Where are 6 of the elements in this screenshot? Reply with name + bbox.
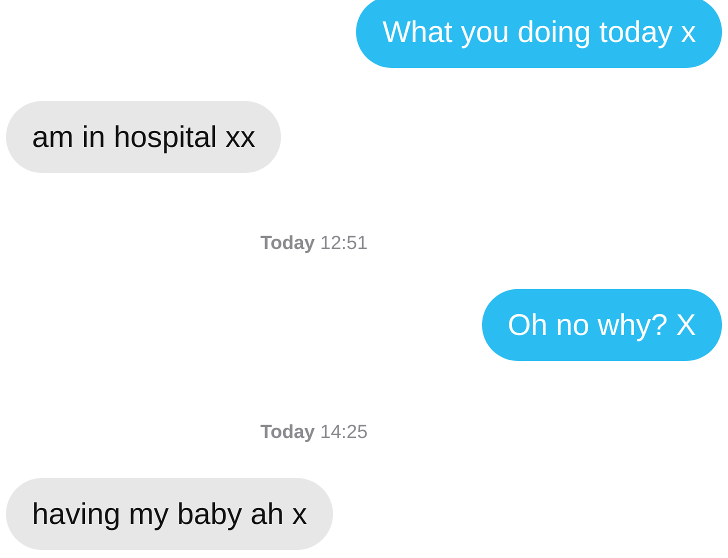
received-message-bubble: having my baby ah x [6, 478, 334, 550]
timestamp: Today 12:51 [260, 232, 368, 256]
received-message-bubble: am in hospital xx [6, 101, 282, 173]
sent-message-bubble: Oh no why? X [482, 288, 722, 360]
sent-message-bubble: What you doing today x [356, 0, 722, 68]
timestamp: Today 14:25 [260, 420, 368, 444]
